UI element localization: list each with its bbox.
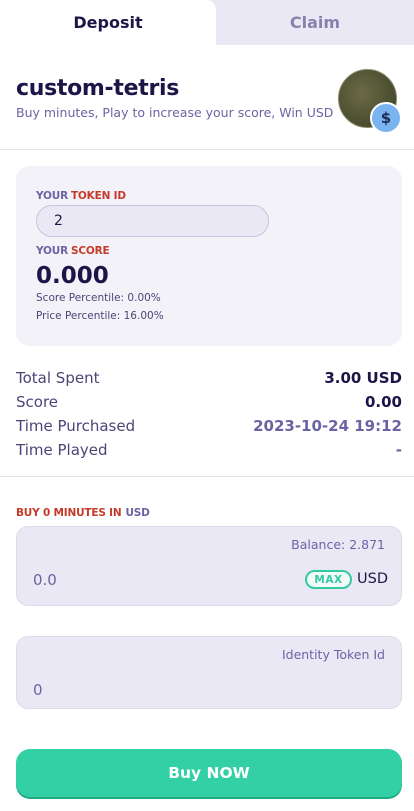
score-label: YOUR SCORE [36,245,110,257]
token-card: YOURTOKEN ID YOURSCORE 0.000 Score Perce… [16,166,402,346]
stat-row-time-purchased: Time Purchased 2023-10-24 19:12 [16,414,402,438]
app-header: custom-tetris Buy minutes, Play to incre… [16,76,336,120]
score-value: 0.000 [36,263,109,289]
score-label-prefix: YOUR [36,245,68,257]
tab-claim[interactable]: Claim [216,0,414,45]
amount-field: Balance: 2.871 MAX USD [16,526,402,606]
stat-value: 0.00 [364,393,402,411]
stat-value: - [395,441,402,459]
stats-list: Total Spent 3.00 USD Score 0.00 Time Pur… [16,366,402,462]
identity-token-hint: Identity Token Id [281,647,385,662]
currency-label: USD [357,571,388,587]
stat-label: Time Played [16,441,108,459]
price-percentile: Price Percentile: 16.00% [36,310,164,322]
token-id-label-prefix: YOUR [36,190,68,202]
stat-label: Total Spent [16,369,100,387]
divider [0,476,414,477]
page-title: custom-tetris [16,76,180,101]
max-button[interactable]: MAX [305,570,352,589]
identity-field: Identity Token Id [16,636,402,709]
stat-row-total-spent: Total Spent 3.00 USD [16,366,402,390]
amount-input[interactable] [33,567,253,593]
tab-bar: Deposit Claim [0,0,414,45]
tab-deposit[interactable]: Deposit [0,0,216,45]
stat-label: Score [16,393,59,411]
stat-value: 3.00 USD [324,369,402,387]
stat-row-time-played: Time Played - [16,438,402,462]
token-id-label-highlight: TOKEN ID [70,190,126,202]
stat-label: Time Purchased [16,417,136,435]
token-id-input[interactable] [36,205,269,237]
buy-minutes-label: BUY 0 MINUTES IN USD [16,507,150,519]
stat-value: 2023-10-24 19:12 [253,417,402,435]
divider [0,149,414,150]
buy-minutes-label-unit: USD [125,507,150,519]
token-id-label: YOUR TOKEN ID [36,190,126,202]
buy-minutes-label-text: BUY 0 MINUTES IN [16,507,122,519]
score-percentile: Score Percentile: 0.00% [36,292,161,304]
dollar-coin-icon: $ [370,102,402,134]
stat-row-score: Score 0.00 [16,390,402,414]
score-label-highlight: SCORE [70,245,110,257]
identity-token-input[interactable] [33,677,253,703]
balance-text: Balance: 2.871 [291,537,385,552]
page-subtitle: Buy minutes, Play to increase your score… [16,105,334,120]
buy-now-button[interactable]: Buy NOW [16,749,402,797]
